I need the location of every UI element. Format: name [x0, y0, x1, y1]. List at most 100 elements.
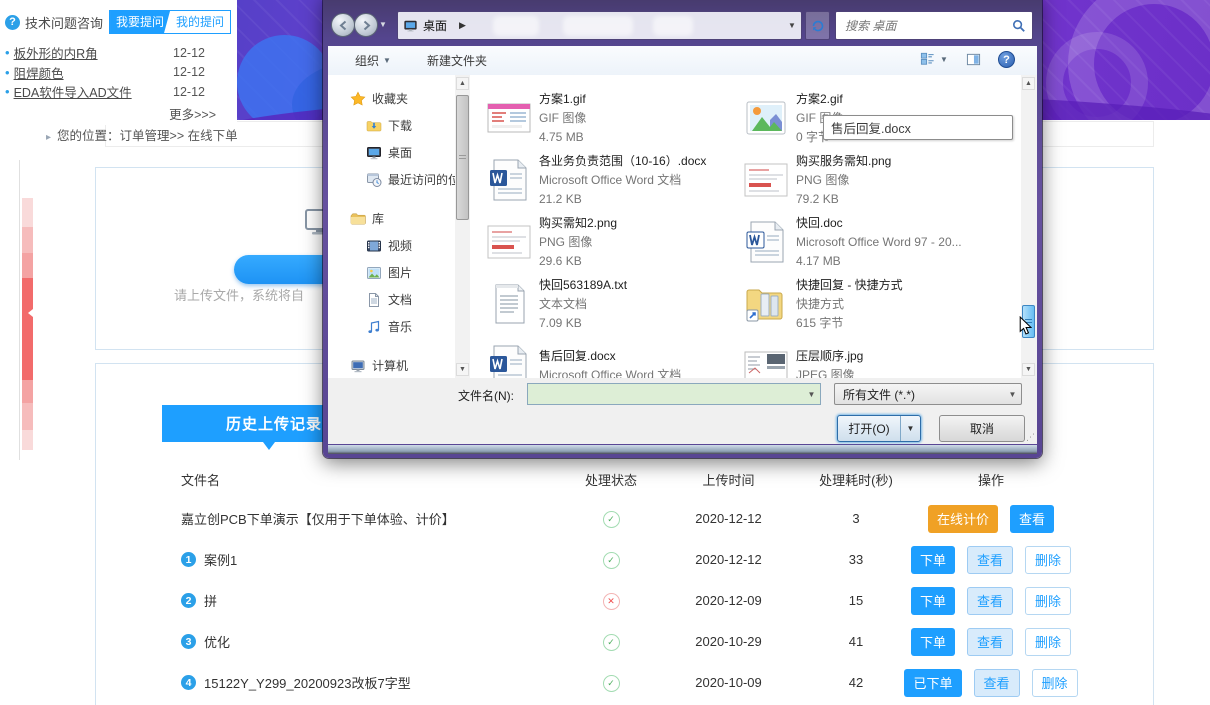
file-type: PNG 图像 [796, 171, 891, 190]
action-button-light[interactable]: 查看 [967, 628, 1013, 656]
navigation-pane: 收藏夹下载桌面最近访问的位库视频图片文档音乐计算机 [328, 75, 455, 378]
sidebar-item-computer[interactable]: 计算机 [328, 352, 455, 378]
cancel-button[interactable]: 取消 [939, 415, 1025, 442]
action-button-solid[interactable]: 下单 [911, 628, 955, 656]
open-split-dropdown-icon[interactable]: ▼ [900, 416, 920, 441]
preview-pane-button[interactable] [965, 52, 982, 70]
filetype-select[interactable]: 所有文件 (*.*) ▼ [834, 383, 1022, 405]
file-item[interactable]: 快捷回复 - 快捷方式快捷方式615 字节 [743, 273, 1000, 335]
action-button-solid[interactable]: 已下单 [904, 669, 961, 697]
tab-my-questions[interactable]: 我的提问 [170, 11, 230, 33]
qa-question-link[interactable]: 阻焊颜色 [14, 63, 64, 82]
file-item[interactable]: 快回.docMicrosoft Office Word 97 - 20...4.… [743, 211, 1000, 273]
action-button-light[interactable]: 查看 [967, 546, 1013, 574]
column-header: 上传时间 [656, 470, 801, 489]
action-button-solid[interactable]: 查看 [1010, 505, 1054, 533]
computer-icon [350, 358, 366, 374]
sidebar-item-libraries[interactable]: 库 [328, 205, 455, 232]
feedback-side-tab[interactable] [22, 198, 33, 450]
back-button[interactable] [331, 13, 355, 37]
navigation-scrollbar[interactable]: ▲ ▼ [455, 75, 470, 378]
sidebar-item-downloads[interactable]: 下载 [328, 112, 455, 139]
feedback-tab-segment [22, 253, 33, 278]
sidebar-item-recent[interactable]: 最近访问的位 [328, 166, 455, 193]
upload-file-name: 拼 [204, 591, 217, 610]
word-docx-icon [486, 344, 532, 378]
breadcrumb-chevron-icon[interactable]: ▶ [459, 20, 466, 31]
filename-input[interactable] [533, 386, 803, 402]
resize-grip[interactable]: ⋰ [1026, 432, 1035, 443]
help-button[interactable]: ? [998, 51, 1015, 68]
file-item[interactable]: 快回563189A.txt文本文档7.09 KB [486, 273, 743, 335]
organize-menu[interactable]: 组织 ▼ [355, 52, 391, 69]
action-button-light[interactable]: 查看 [974, 669, 1020, 697]
search-icon[interactable] [1012, 19, 1026, 33]
qa-question-link[interactable]: EDA软件导入AD文件 [14, 82, 132, 101]
scrollbar-thumb[interactable] [456, 95, 469, 220]
action-button-solid[interactable]: 下单 [911, 587, 955, 615]
scroll-down-icon[interactable]: ▼ [456, 363, 469, 376]
sidebar-item-favorites[interactable]: 收藏夹 [328, 85, 455, 112]
scroll-down-icon[interactable]: ▼ [1022, 363, 1035, 376]
table-row: 2拼2020-12-0915下单查看删除 [96, 580, 1153, 621]
chevron-down-icon[interactable]: ▼ [803, 384, 820, 404]
file-item[interactable]: 方案1.gifGIF 图像4.75 MB [486, 87, 743, 149]
scroll-up-icon[interactable]: ▲ [1022, 77, 1035, 90]
tab-ask-question[interactable]: 我要提问 [110, 11, 170, 33]
action-button-orange[interactable]: 在线计价 [928, 505, 998, 533]
column-header: 处理耗时(秒) [801, 470, 911, 489]
row-number-badge: 4 [181, 675, 196, 690]
open-button-label: 打开(O) [838, 416, 900, 441]
file-size: 7.09 KB [539, 314, 627, 333]
column-header: 操作 [911, 470, 1071, 489]
open-button[interactable]: 打开(O) ▼ [837, 415, 921, 442]
status-cell [566, 592, 656, 610]
status-cell [566, 674, 656, 692]
status-cell [566, 510, 656, 528]
search-input[interactable] [843, 18, 1012, 34]
address-bar[interactable]: 桌面 ▶ ▼ [397, 11, 802, 40]
sidebar-item-documents[interactable]: 文档 [328, 286, 455, 313]
feedback-tab-segment [22, 403, 33, 430]
action-button-solid[interactable]: 下单 [911, 546, 955, 574]
nav-history-dropdown-icon[interactable]: ▼ [379, 20, 387, 29]
file-type: Microsoft Office Word 文档 [539, 366, 681, 378]
action-button-ghost[interactable]: 删除 [1025, 587, 1071, 615]
preview-pane-icon [965, 52, 982, 67]
file-item[interactable]: 各业务负责范围（10-16）.docxMicrosoft Office Word… [486, 149, 743, 211]
qa-more-link[interactable]: 更多>>> [0, 104, 237, 123]
file-item[interactable]: 压层顺序.jpgJPEG 图像 [743, 335, 1000, 378]
action-button-ghost[interactable]: 删除 [1025, 628, 1071, 656]
file-item-text: 方案1.gifGIF 图像4.75 MB [539, 90, 586, 147]
word-doc97-icon [743, 220, 789, 264]
upload-file-name: 嘉立创PCB下单演示【仅用于下单体验、计价】 [181, 509, 455, 528]
actions-cell: 下单查看删除 [911, 546, 1071, 574]
new-folder-button[interactable]: 新建文件夹 [427, 52, 487, 69]
recent-places-icon [366, 172, 382, 188]
qa-list-item: •EDA软件导入AD文件12-12 [5, 82, 205, 102]
file-item[interactable]: 售后回复.docxMicrosoft Office Word 文档 [486, 335, 743, 378]
file-item[interactable]: 购买需知2.pngPNG 图像29.6 KB [486, 211, 743, 273]
sidebar-item-videos[interactable]: 视频 [328, 232, 455, 259]
forward-button[interactable] [354, 13, 378, 37]
sidebar-item-music[interactable]: 音乐 [328, 313, 455, 340]
change-view-button[interactable]: ▼ [920, 52, 948, 66]
file-name: 压层顺序.jpg [796, 347, 863, 366]
sidebar-item-desktop[interactable]: 桌面 [328, 139, 455, 166]
refresh-button[interactable] [805, 11, 830, 40]
scroll-up-icon[interactable]: ▲ [456, 77, 469, 90]
action-button-ghost[interactable]: 删除 [1032, 669, 1078, 697]
actions-cell: 在线计价查看 [911, 505, 1071, 533]
action-button-light[interactable]: 查看 [967, 587, 1013, 615]
collapse-left-icon [24, 309, 33, 317]
file-item[interactable]: 购买服务需知.pngPNG 图像79.2 KB [743, 149, 1000, 211]
check-circle-icon [603, 675, 620, 692]
breadcrumb: 您的位置：订单管理>> 在线下单 [46, 125, 238, 144]
mouse-cursor [1019, 316, 1032, 340]
action-button-ghost[interactable]: 删除 [1025, 546, 1071, 574]
dialog-footer: 文件名(N): ▼ 所有文件 (*.*) ▼ 打开(O) ▼ 取消 ⋰ [328, 378, 1037, 444]
qa-question-link[interactable]: 板外形的内R角 [14, 43, 98, 62]
address-dropdown-icon[interactable]: ▼ [783, 12, 801, 39]
sidebar-item-pictures[interactable]: 图片 [328, 259, 455, 286]
sidebar-item-label: 库 [372, 210, 384, 227]
